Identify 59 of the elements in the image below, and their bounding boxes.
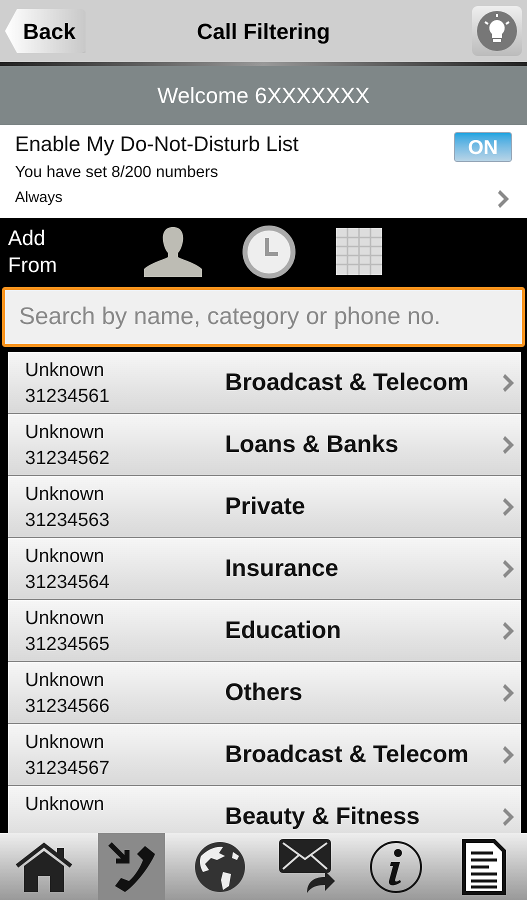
list-row[interactable]: Unknown 31234565 Education (8, 600, 521, 662)
category-label: Private (225, 492, 306, 522)
chevron-icon (503, 434, 517, 456)
category-label: Others (225, 678, 304, 708)
phone-number: 31234566 (25, 695, 111, 719)
phone-number: 31234562 (25, 447, 111, 471)
caller-name: Unknown (25, 421, 106, 445)
caller-name: Unknown (25, 483, 106, 507)
list-row[interactable]: Unknown 31234567 Broadcast & Telecom (8, 724, 521, 786)
tip-button[interactable] (472, 6, 522, 56)
list-row[interactable]: Unknown 31234564 Insurance (8, 538, 521, 600)
caller-name: Unknown (25, 359, 106, 383)
list-row[interactable]: Unknown 31234562 Loans & Banks (8, 414, 521, 476)
contact-icon[interactable] (144, 226, 202, 276)
mail-forward-icon (278, 838, 336, 894)
welcome-banner: Welcome 6XXXXXXX (0, 66, 527, 125)
caller-name: Unknown (25, 545, 106, 569)
chevron-icon (503, 744, 517, 766)
back-button[interactable]: Back (5, 9, 86, 53)
globe-icon (192, 840, 246, 894)
chevron-icon (498, 188, 512, 210)
count-text: You have set 8/200 numbers (15, 163, 220, 183)
info-icon (368, 840, 422, 894)
caller-name: Unknown (25, 793, 106, 817)
home-icon (14, 842, 72, 892)
category-label: Broadcast & Telecom (225, 368, 470, 398)
screen-title: Call Filtering (196, 18, 330, 46)
caller-name: Unknown (25, 731, 106, 755)
phone-number: 31234564 (25, 571, 111, 595)
schedule-text: Always (15, 188, 64, 208)
document-icon (462, 838, 506, 894)
chevron-icon (503, 558, 517, 580)
list-row[interactable]: Unknown 31234563 Private (8, 476, 521, 538)
clock-icon[interactable] (242, 224, 296, 278)
phone-number: 31234567 (25, 757, 111, 781)
list-row[interactable]: Unknown 31234561 Broadcast & Telecom (8, 352, 521, 414)
chevron-icon (503, 682, 517, 704)
phone-number: 31234561 (25, 385, 111, 409)
category-label: Beauty & Fitness (225, 802, 421, 832)
chevron-icon (503, 496, 517, 518)
caller-name: Unknown (25, 607, 106, 631)
chevron-icon (503, 806, 517, 828)
category-label: Broadcast & Telecom (225, 740, 470, 770)
add-from-label: Add From (8, 226, 58, 278)
list-row[interactable]: Unknown Beauty & Fitness (8, 786, 521, 833)
incoming-call-icon (106, 840, 156, 894)
dnd-title: Enable My Do-Not-Disturb List (15, 132, 300, 158)
caller-name: Unknown (25, 669, 106, 693)
category-label: Insurance (225, 554, 340, 584)
list-row[interactable]: Unknown 31234566 Others (8, 662, 521, 724)
phone-number: 31234565 (25, 633, 111, 657)
category-label: Education (225, 616, 342, 646)
phone-number: 31234563 (25, 509, 111, 533)
dnd-panel[interactable]: Enable My Do-Not-Disturb List You have set 8/200 numbers Always ON (0, 125, 527, 218)
category-label: Loans & Banks (225, 430, 400, 460)
chevron-icon (503, 620, 517, 642)
lightbulb-icon (476, 10, 518, 52)
search-field[interactable]: Search by name, category or phone no. (2, 287, 525, 347)
chevron-icon (503, 372, 517, 394)
